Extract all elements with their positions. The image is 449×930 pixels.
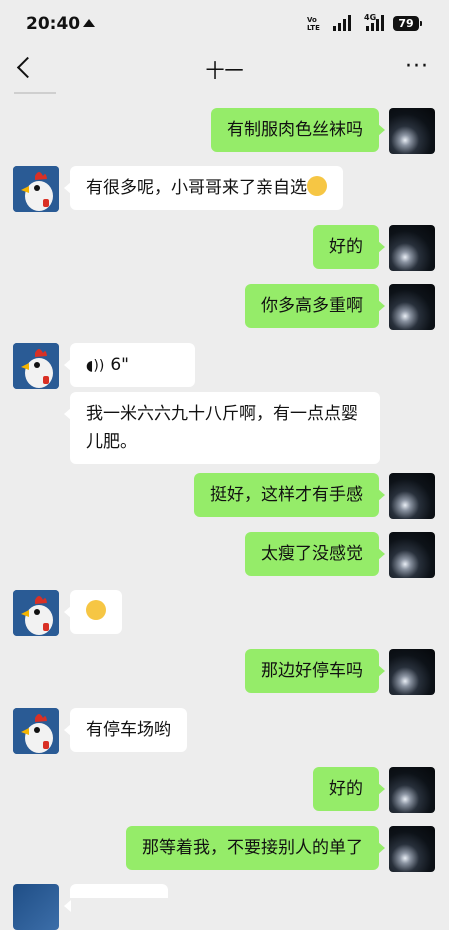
- voice-message-bubble[interactable]: ◖)) 6": [64, 343, 195, 387]
- avatar[interactable]: [389, 473, 435, 519]
- signal-icon: [333, 15, 355, 31]
- signal-icon-2: [366, 15, 388, 31]
- message-bubble[interactable]: 太瘦了没感觉: [245, 532, 385, 576]
- voice-icon: ◖)): [86, 358, 105, 374]
- message-bubble[interactable]: 那等着我，不要接别人的单了: [126, 826, 385, 870]
- avatar[interactable]: [389, 284, 435, 330]
- message-bubble[interactable]: 我一米六六九十八斤啊，有一点点婴儿肥。: [64, 392, 380, 464]
- avatar[interactable]: [13, 343, 59, 389]
- avatar[interactable]: [13, 884, 59, 930]
- avatar[interactable]: [13, 590, 59, 636]
- message-bubble[interactable]: 你多高多重啊: [245, 284, 385, 328]
- volte-indicator: Vo LTE: [307, 16, 320, 32]
- message-text: 有很多呢，小哥哥来了亲自选: [86, 178, 307, 198]
- avatar[interactable]: [389, 826, 435, 872]
- chat-title: 十一: [205, 60, 244, 82]
- avatar[interactable]: [389, 649, 435, 695]
- avatar[interactable]: [13, 708, 59, 754]
- voice-duration: 6": [110, 355, 129, 375]
- chicken-avatar-icon: [13, 343, 59, 389]
- avatar[interactable]: [389, 532, 435, 578]
- divider: [14, 92, 56, 94]
- wink-emoji-icon: [307, 176, 327, 196]
- thinking-emoji-icon: [86, 600, 106, 620]
- message-bubble[interactable]: 有停车场哟: [64, 708, 187, 752]
- more-icon[interactable]: ···: [405, 54, 429, 79]
- message-bubble[interactable]: 有制服肉色丝袜吗: [211, 108, 385, 152]
- avatar[interactable]: [13, 166, 59, 212]
- chicken-avatar-icon: [13, 166, 59, 212]
- message-bubble-partial[interactable]: [64, 884, 168, 912]
- chicken-avatar-icon: [13, 708, 59, 754]
- emoji-message-bubble[interactable]: [64, 590, 122, 634]
- avatar[interactable]: [389, 108, 435, 154]
- message-bubble[interactable]: 那边好停车吗: [245, 649, 385, 693]
- avatar[interactable]: [389, 767, 435, 813]
- message-bubble[interactable]: 挺好，这样才有手感: [194, 473, 385, 517]
- message-bubble[interactable]: 有很多呢，小哥哥来了亲自选: [64, 166, 343, 210]
- location-icon: [83, 19, 95, 27]
- status-time: 20:40: [26, 14, 81, 34]
- avatar[interactable]: [389, 225, 435, 271]
- chicken-avatar-icon: [13, 590, 59, 636]
- message-bubble[interactable]: 好的: [313, 767, 385, 811]
- message-bubble[interactable]: 好的: [313, 225, 385, 269]
- status-bar: 20:40 Vo LTE 4G 79: [0, 0, 449, 48]
- battery-icon: 79: [393, 16, 422, 31]
- chat-header: 十一 ···: [0, 48, 449, 92]
